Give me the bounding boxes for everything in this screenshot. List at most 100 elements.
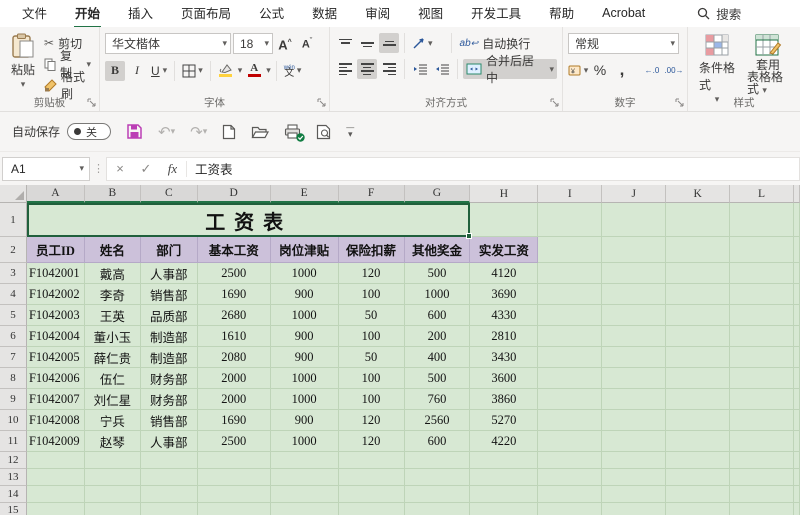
cell-K7[interactable] — [666, 347, 730, 368]
cell-I13[interactable] — [538, 469, 602, 486]
cell-E15[interactable] — [271, 503, 339, 515]
header-cell-D2[interactable]: 基本工资 — [198, 237, 271, 263]
cell-A13[interactable] — [27, 469, 85, 486]
cell-K13[interactable] — [666, 469, 730, 486]
cell-F7[interactable]: 50 — [339, 347, 405, 368]
autosave-toggle[interactable]: 关 — [67, 123, 111, 140]
cell-C15[interactable] — [141, 503, 198, 515]
cell-K11[interactable] — [666, 431, 730, 452]
cell-I4[interactable] — [538, 284, 602, 305]
cell-F8[interactable]: 100 — [339, 368, 405, 389]
cell-K5[interactable] — [666, 305, 730, 326]
row-header-7[interactable]: 7 — [0, 347, 27, 368]
row-header-6[interactable]: 6 — [0, 326, 27, 347]
cell-D6[interactable]: 1610 — [198, 326, 271, 347]
cancel-icon[interactable]: × — [107, 161, 133, 176]
fill-color-button[interactable] — [216, 60, 236, 81]
column-header-I[interactable]: I — [538, 185, 602, 203]
align-top-icon[interactable] — [335, 33, 355, 53]
cell-L8[interactable] — [730, 368, 794, 389]
selection-fill-handle[interactable] — [466, 233, 472, 239]
cell-E3[interactable]: 1000 — [271, 263, 339, 284]
row-header-9[interactable]: 9 — [0, 389, 27, 410]
cell-H4[interactable]: 3690 — [470, 284, 538, 305]
cell-L14[interactable] — [730, 486, 794, 503]
open-folder-button[interactable] — [251, 125, 269, 139]
cell-I9[interactable] — [538, 389, 602, 410]
cell-B5[interactable]: 王英 — [85, 305, 141, 326]
cell-C8[interactable]: 财务部 — [141, 368, 198, 389]
cell-K8[interactable] — [666, 368, 730, 389]
cell-H14[interactable] — [470, 486, 538, 503]
formula-bar-resizer[interactable]: ⋮ — [90, 162, 106, 175]
cell-I10[interactable] — [538, 410, 602, 431]
cell-J2[interactable] — [602, 237, 666, 263]
cell-I14[interactable] — [538, 486, 602, 503]
cell-F5[interactable]: 50 — [339, 305, 405, 326]
cell-L9[interactable] — [730, 389, 794, 410]
column-header-F[interactable]: F — [339, 185, 405, 203]
search-box[interactable]: 搜索 — [697, 0, 741, 27]
cell-H1[interactable] — [470, 203, 538, 237]
font-dialog-launcher[interactable] — [317, 98, 327, 108]
cell-B4[interactable]: 李奇 — [85, 284, 141, 305]
cell-G9[interactable]: 760 — [405, 389, 471, 410]
cell-B9[interactable]: 刘仁星 — [85, 389, 141, 410]
grow-font-button[interactable]: A^ — [275, 34, 295, 54]
cell-D8[interactable]: 2000 — [198, 368, 271, 389]
cell-E11[interactable]: 1000 — [271, 431, 339, 452]
cell-L7[interactable] — [730, 347, 794, 368]
tab-公式[interactable]: 公式 — [245, 0, 298, 27]
cell-F3[interactable]: 120 — [339, 263, 405, 284]
cell-G12[interactable] — [405, 452, 471, 469]
cell-E12[interactable] — [271, 452, 339, 469]
cell-K3[interactable] — [666, 263, 730, 284]
cell-D4[interactable]: 1690 — [198, 284, 271, 305]
decrease-indent-icon[interactable] — [410, 59, 430, 79]
cell-J12[interactable] — [602, 452, 666, 469]
column-header-K[interactable]: K — [666, 185, 730, 203]
cell-K12[interactable] — [666, 452, 730, 469]
cell-B8[interactable]: 伍仁 — [85, 368, 141, 389]
orientation-button[interactable]: ▾ — [410, 33, 435, 53]
cell-E8[interactable]: 1000 — [271, 368, 339, 389]
conditional-formatting-button[interactable]: 条件格式 ▾ — [693, 31, 741, 95]
tab-数据[interactable]: 数据 — [298, 0, 351, 27]
cell-C5[interactable]: 品质部 — [141, 305, 198, 326]
column-header-B[interactable]: B — [85, 185, 141, 203]
cell-F12[interactable] — [339, 452, 405, 469]
column-header-A[interactable]: A — [27, 185, 85, 203]
tab-开始[interactable]: 开始 — [61, 0, 114, 27]
tab-帮助[interactable]: 帮助 — [535, 0, 588, 27]
title-cell[interactable]: 工资表 — [27, 203, 470, 237]
cell-H15[interactable] — [470, 503, 538, 515]
cell-L1[interactable] — [730, 203, 794, 237]
cell-J1[interactable] — [602, 203, 666, 237]
cell-B3[interactable]: 戴高 — [85, 263, 141, 284]
row-header-10[interactable]: 10 — [0, 410, 27, 431]
cell-I7[interactable] — [538, 347, 602, 368]
cell-E9[interactable]: 1000 — [271, 389, 339, 410]
cell-B12[interactable] — [85, 452, 141, 469]
cell-F15[interactable] — [339, 503, 405, 515]
cell-A3[interactable]: F1042001 — [27, 263, 85, 284]
shrink-font-button[interactable]: Aˇ — [297, 34, 317, 54]
cell-C6[interactable]: 制造部 — [141, 326, 198, 347]
phonetic-button[interactable]: wén 文 ▾ — [282, 61, 304, 81]
cell-A11[interactable]: F1042009 — [27, 431, 85, 452]
cell-A7[interactable]: F1042005 — [27, 347, 85, 368]
row-header-1[interactable]: 1 — [0, 203, 27, 237]
font-color-button[interactable]: A — [244, 60, 264, 81]
cell-A8[interactable]: F1042006 — [27, 368, 85, 389]
cell-H7[interactable]: 3430 — [470, 347, 538, 368]
header-cell-F2[interactable]: 保险扣薪 — [339, 237, 405, 263]
save-button[interactable] — [126, 123, 143, 140]
cell-D15[interactable] — [198, 503, 271, 515]
header-cell-A2[interactable]: 员工ID — [27, 237, 85, 263]
cell-K4[interactable] — [666, 284, 730, 305]
cell-I8[interactable] — [538, 368, 602, 389]
column-header-D[interactable]: D — [198, 185, 271, 203]
cell-G6[interactable]: 200 — [405, 326, 471, 347]
cell-A15[interactable] — [27, 503, 85, 515]
formula-input[interactable]: 工资表 — [187, 159, 233, 178]
